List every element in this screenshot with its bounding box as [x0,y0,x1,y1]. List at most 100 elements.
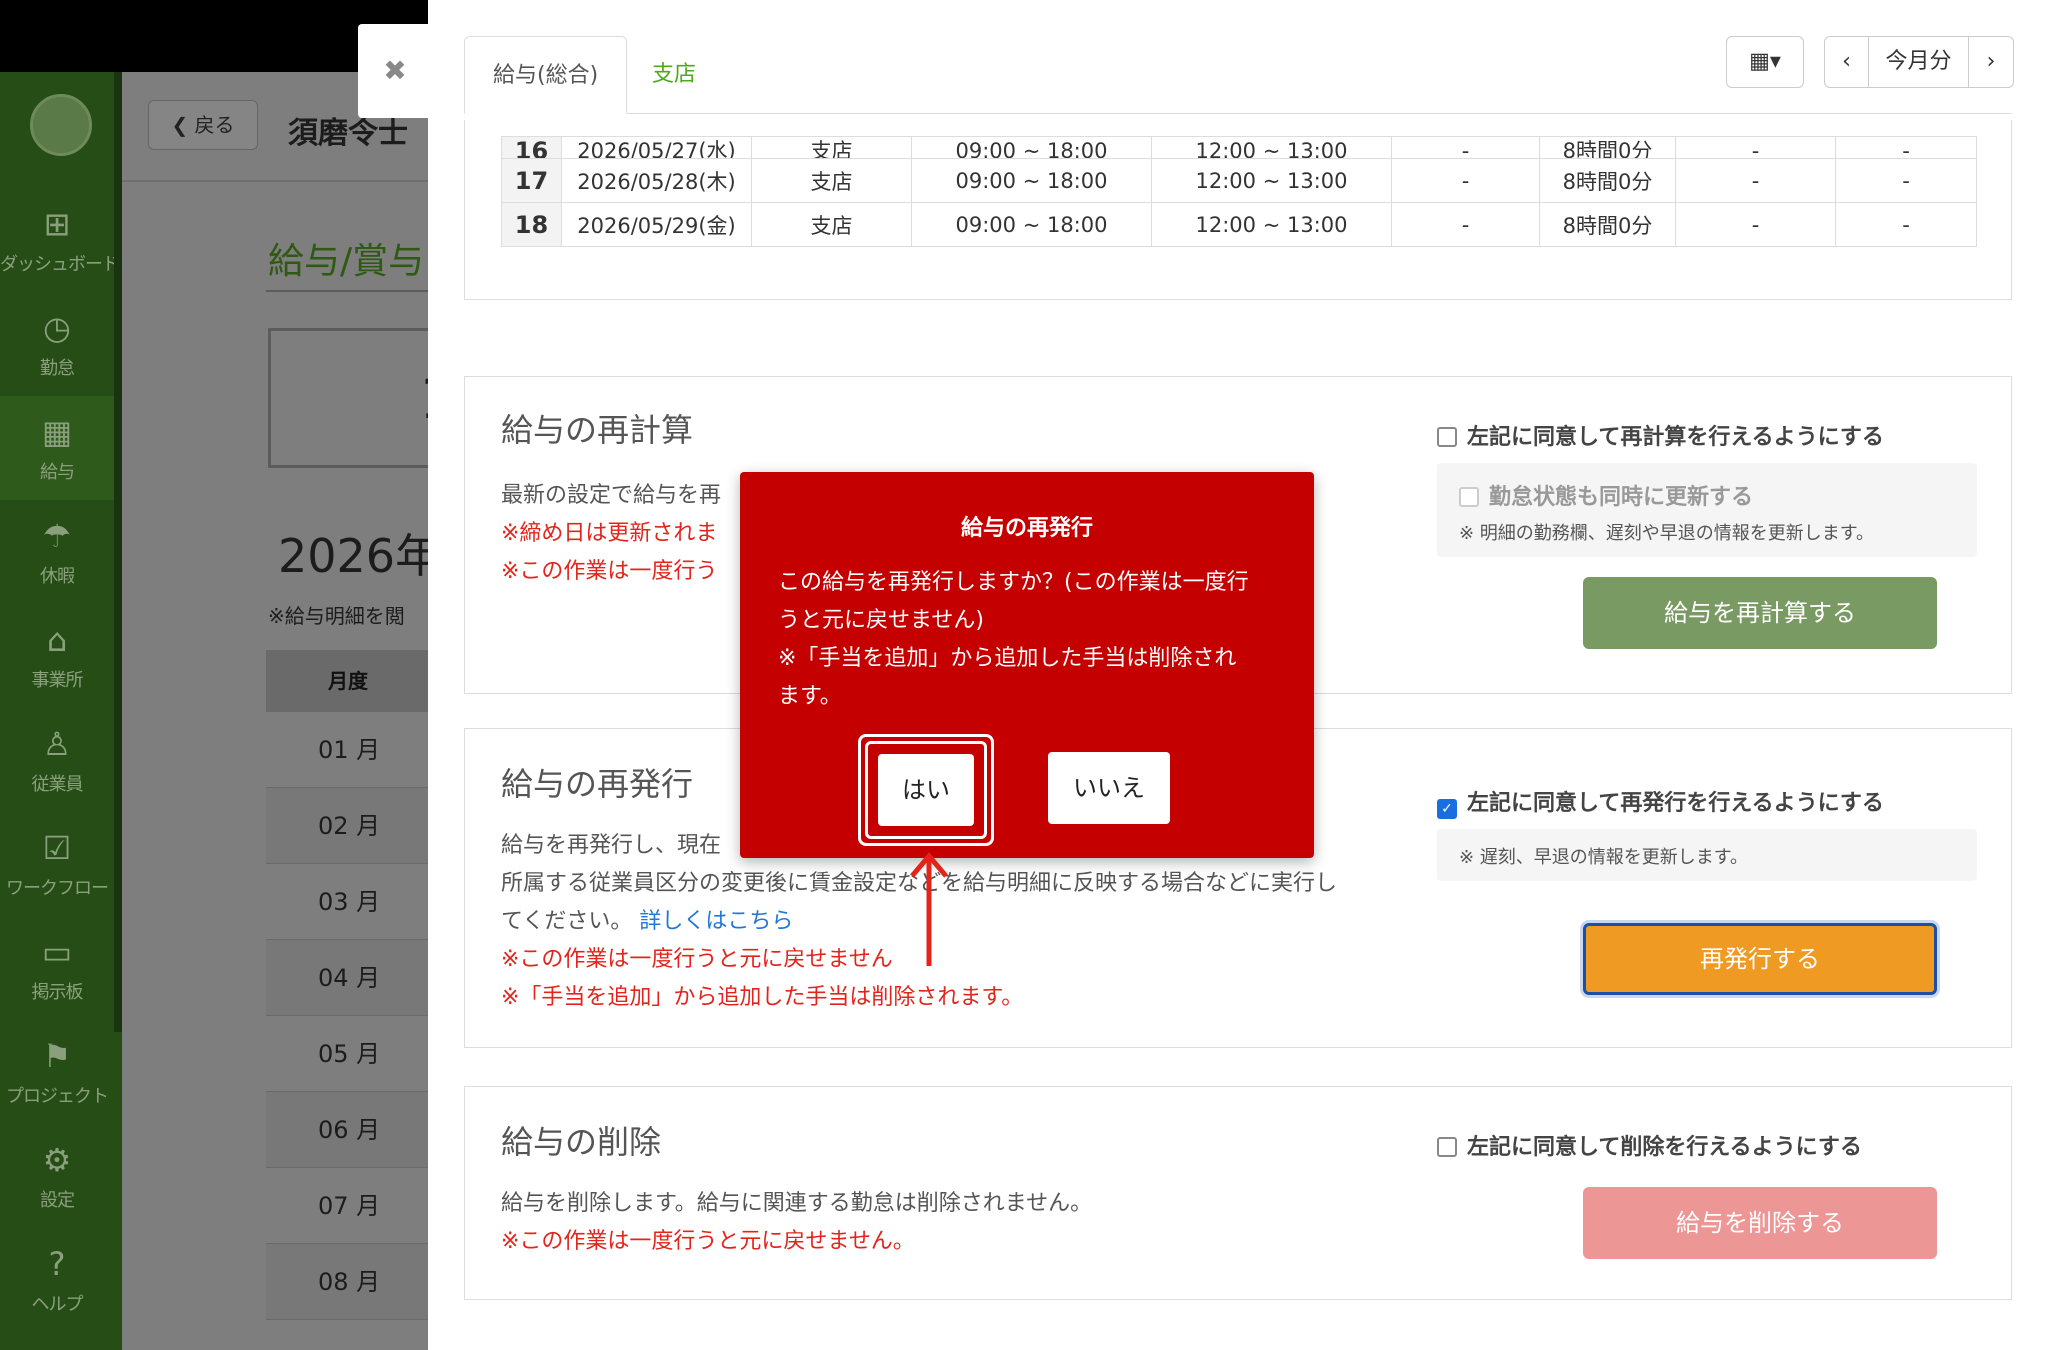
agree-reissue-checkbox[interactable]: ✓ 左記に同意して再発行を行えるようにする [1437,785,1884,819]
payslip-note: ※給与明細を閲 [268,604,405,628]
checkbox-label: 勤怠状態も同時に更新する [1489,485,1754,510]
details-link[interactable]: 詳しくはこちら [639,909,793,934]
value-cell: - [1835,158,1977,203]
background-page: ❮ 戻る 須磨令士 給与/賞与 1 2026年 ※給与明細を閲 月度 01 月 … [122,72,428,1350]
date-cell: 2026/05/28(木) [561,158,752,203]
sidebar-item-attendance[interactable]: ◷ 勤怠 [0,292,114,396]
checkbox[interactable] [1437,427,1457,447]
sidebar-item-label: 従業員 [31,774,84,795]
gear-icon: ⚙ [42,1141,72,1179]
row-number: 17 [501,158,562,203]
work-time-cell: 09:00 ~ 18:00 [911,202,1152,247]
table-row: 18 2026/05/29(金) 支店 09:00 ~ 18:00 12:00 … [501,202,1977,247]
yes-button[interactable]: はい [878,754,974,826]
sidebar-item-leave[interactable]: ☂ 休暇 [0,500,114,604]
description-text: てください。 [501,909,633,934]
option-note: ※ 明細の勤務欄、遅刻や早退の情報を更新します。 [1459,523,1875,544]
sidebar-item-label: ダッシュボード [0,254,120,275]
sidebar-item-workflow[interactable]: ☑ ワークフロー [0,812,114,916]
sidebar-scrollbar[interactable] [114,72,122,1032]
agree-recalculate-checkbox[interactable]: 左記に同意して再計算を行えるようにする [1437,419,1884,451]
year-heading: 2026年 [278,529,428,583]
table-row: 17 2026/05/28(木) 支店 09:00 ~ 18:00 12:00 … [501,158,1977,203]
flag-icon: ⚑ [42,1037,72,1075]
user-icon: ♙ [42,725,72,763]
checkbox-label: 左記に同意して再計算を行えるようにする [1467,425,1884,450]
table-row[interactable]: 02 月 [266,788,428,864]
sidebar-item-label: ヘルプ [31,1294,84,1315]
option-note: ※ 遅刻、早退の情報を更新します。 [1459,847,1749,868]
sidebar-item-payroll[interactable]: ▦ 給与 [0,396,114,500]
sidebar-item-board[interactable]: ▭ 掲示板 [0,916,114,1020]
update-attendance-checkbox[interactable]: 勤怠状態も同時に更新する [1459,479,1753,511]
value-cell: - [1675,136,1836,159]
branch-cell: 支店 [751,158,912,203]
sidebar-item-project[interactable]: ⚑ プロジェクト [0,1020,114,1124]
date-cell: 2026/05/29(金) [561,202,752,247]
attendance-table: 16 2026/05/27(水) 支店 09:00 ~ 18:00 12:00 … [501,136,1977,247]
agree-delete-checkbox[interactable]: 左記に同意して削除を行えるようにする [1437,1129,1862,1161]
break-time-cell: 12:00 ~ 13:00 [1151,202,1392,247]
month-table: 月度 01 月 02 月 03 月 04 月 05 月 06 月 07 月 08… [266,650,428,1320]
sidebar-item-label: ワークフロー [6,878,109,899]
value-cell: - [1675,158,1836,203]
message-icon: ▭ [41,933,73,971]
table-row[interactable]: 06 月 [266,1092,428,1168]
clock-icon: ◷ [43,309,71,347]
checkbox[interactable]: ✓ [1437,799,1457,819]
message-line: ます。 [778,684,842,709]
hours-cell: 8時間0分 [1539,202,1676,247]
chevron-left-icon[interactable]: ‹ [1825,37,1869,87]
umbrella-icon: ☂ [42,517,72,555]
avatar[interactable] [30,94,92,156]
sidebar-item-settings[interactable]: ⚙ 設定 [0,1124,114,1228]
table-row[interactable]: 03 月 [266,864,428,940]
recalc-options: 勤怠状態も同時に更新する ※ 明細の勤務欄、遅刻や早退の情報を更新します。 [1437,463,1977,557]
table-row[interactable]: 04 月 [266,940,428,1016]
sidebar-item-office[interactable]: ⌂ 事業所 [0,604,114,708]
sidebar-item-label: 事業所 [31,670,84,691]
table-row[interactable]: 07 月 [266,1168,428,1244]
section-title: 給与の削除 [501,1123,662,1161]
warning-text: ※「手当を追加」から追加した手当は削除されます。 [501,985,1024,1010]
table-row[interactable]: 05 月 [266,1016,428,1092]
recalculate-button[interactable]: 給与を再計算する [1583,577,1937,649]
close-icon[interactable]: ✖ [358,24,432,118]
sidebar: ⊞ ダッシュボード ◷ 勤怠 ▦ 給与 ☂ 休暇 ⌂ 事業所 ♙ 従業員 ☑ ワ… [0,72,122,1350]
description-line: 給与を削除します。給与に関連する勤怠は削除されません。 [501,1191,1093,1216]
checkbox[interactable] [1459,487,1479,507]
hours-cell: 8時間0分 [1539,158,1676,203]
current-month-button[interactable]: 今月分 [1869,37,1969,87]
tab-branch[interactable]: 支店 [624,36,724,114]
help-icon: ? [48,1245,66,1283]
dashboard-icon: ⊞ [43,205,71,243]
value-cell: - [1835,202,1977,247]
workflow-icon: ☑ [42,829,72,867]
table-header: 月度 [266,650,428,712]
work-time-cell: 09:00 ~ 18:00 [911,158,1152,203]
checkbox[interactable] [1437,1137,1457,1157]
back-button[interactable]: ❮ 戻る [148,100,258,150]
calendar-dropdown-button[interactable]: ▦▾ [1726,36,1804,88]
attendance-card: 16 2026/05/27(水) 支店 09:00 ~ 18:00 12:00 … [464,120,2012,300]
sidebar-item-employees[interactable]: ♙ 従業員 [0,708,114,812]
sidebar-item-help[interactable]: ? ヘルプ [0,1228,114,1332]
message-line: この給与を再発行しますか？(この作業は一度行 [778,570,1249,595]
date-cell: 2026/05/27(水) [561,136,752,159]
description-line: 所属する従業員区分の変更後に賃金設定などを給与明細に反映する場合などに実行し [501,871,1338,896]
delete-button[interactable]: 給与を削除する [1583,1187,1937,1259]
annotation-arrow-icon [910,852,948,966]
value-cell: - [1675,202,1836,247]
value-cell: - [1391,202,1540,247]
reissue-button[interactable]: 再発行する [1583,923,1937,995]
sidebar-item-dashboard[interactable]: ⊞ ダッシュボード [0,188,120,292]
chevron-right-icon[interactable]: › [1969,37,2013,87]
no-button[interactable]: いいえ [1048,752,1170,824]
table-row[interactable]: 08 月 [266,1244,428,1320]
table-row[interactable]: 01 月 [266,712,428,788]
value-cell: - [1391,158,1540,203]
sidebar-item-label: プロジェクト [6,1086,109,1107]
summary-box: 1 [268,328,428,468]
tab-payroll-total[interactable]: 給与(総合) [464,36,628,114]
table-row: 16 2026/05/27(水) 支店 09:00 ~ 18:00 12:00 … [501,136,1977,159]
